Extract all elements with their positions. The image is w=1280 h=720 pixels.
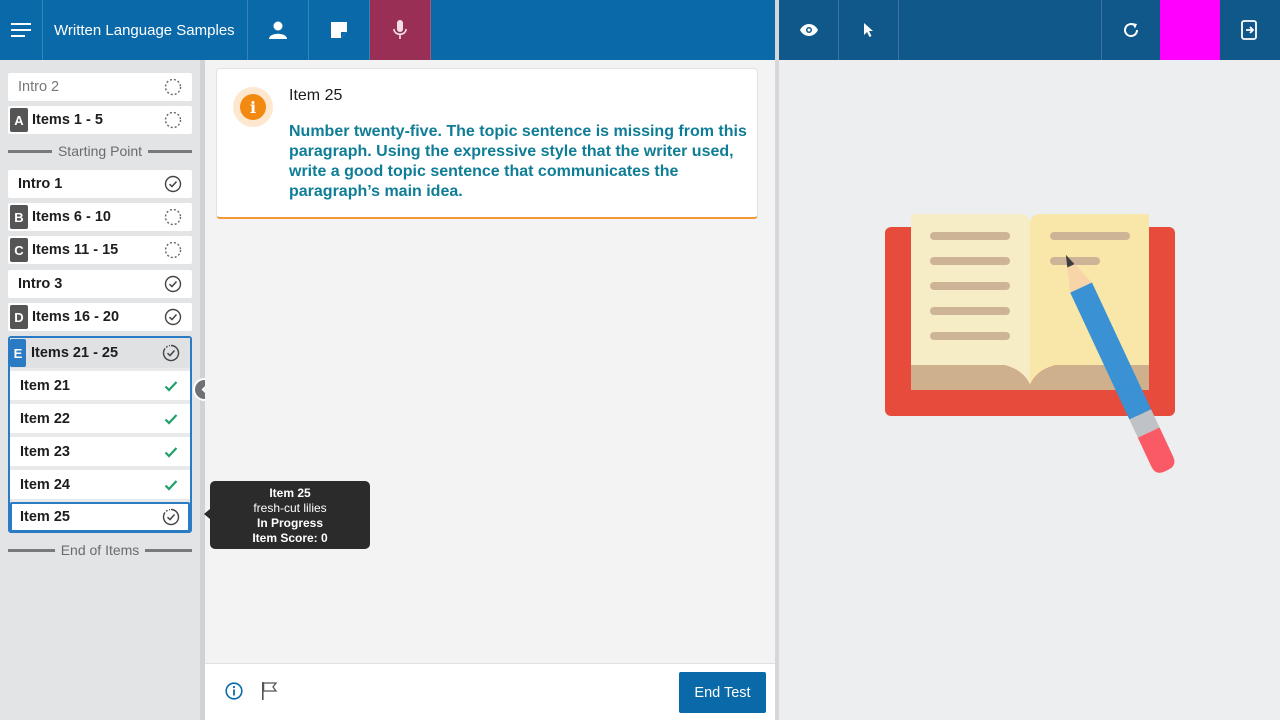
app-title: Written Language Samples (42, 0, 248, 60)
exit-button[interactable] (1220, 0, 1280, 60)
sidebar-item-label: Intro 1 (18, 176, 63, 192)
not-started-icon (163, 77, 183, 97)
eye-button[interactable] (779, 0, 839, 60)
tooltip-status: In Progress (256, 516, 324, 530)
pointer-button[interactable] (839, 0, 899, 60)
magenta-indicator[interactable] (1160, 0, 1220, 60)
sub-item-24[interactable]: Item 24 (10, 470, 190, 499)
sidebar-item-items-6-10[interactable]: B Items 6 - 10 (8, 203, 192, 231)
book-pencil-illustration (884, 210, 1176, 511)
right-toolbar (779, 0, 1280, 60)
open-book-icon (885, 214, 1175, 473)
not-started-icon (163, 110, 183, 130)
in-progress-icon (161, 343, 181, 363)
sub-item-label: Item 24 (20, 476, 70, 493)
sub-item-label: Item 21 (20, 377, 70, 394)
hamburger-menu-button[interactable] (0, 0, 42, 60)
end-of-items-label: End of Items (60, 542, 140, 558)
sub-item-label: Item 25 (20, 509, 70, 525)
sub-item-23[interactable]: Item 23 (10, 437, 190, 466)
flag-button[interactable] (260, 681, 278, 706)
item-prompt-card: i Item 25 Number twenty-five. The topic … (216, 68, 758, 219)
exit-icon (1241, 20, 1257, 40)
info-circle-icon (225, 682, 243, 700)
section-badge: B (10, 205, 28, 229)
examinee-button[interactable] (248, 0, 309, 60)
check-icon (161, 409, 181, 429)
sidebar-item-items-1-5[interactable]: A Items 1 - 5 (8, 106, 192, 134)
end-of-items-separator: End of Items (8, 542, 192, 558)
info-button[interactable] (225, 682, 243, 705)
sub-item-21[interactable]: Item 21 (10, 371, 190, 400)
hamburger-icon (11, 23, 31, 37)
sub-item-22[interactable]: Item 22 (10, 404, 190, 433)
not-started-icon (163, 207, 183, 227)
notes-button[interactable] (309, 0, 370, 60)
sidebar-item-items-11-15[interactable]: C Items 11 - 15 (8, 236, 192, 264)
sidebar-item-intro-2[interactable]: Intro 2 (8, 73, 192, 101)
check-icon (161, 442, 181, 462)
footer-bar: End Test (205, 663, 775, 720)
sub-item-label: Item 22 (20, 410, 70, 427)
eye-icon (799, 24, 818, 36)
starting-point-label: Starting Point (57, 143, 143, 159)
user-icon (268, 21, 287, 39)
sub-item-25[interactable]: Item 25 (10, 502, 190, 532)
refresh-icon (1124, 23, 1139, 38)
item-tooltip: Item 25 fresh-cut lilies In Progress Ite… (204, 481, 370, 549)
flag-icon (262, 682, 278, 700)
sidebar-item-label: Items 11 - 15 (32, 242, 119, 258)
sidebar-item-items-21-25[interactable]: E Items 21 - 25 (10, 338, 190, 368)
sidebar-item-label: Items 16 - 20 (32, 309, 120, 325)
item-instructions: Number twenty-five. The topic sentence i… (289, 123, 747, 200)
tooltip-title: Item 25 (269, 486, 311, 500)
panel-divider[interactable] (775, 0, 779, 720)
section-badge: C (10, 238, 28, 262)
tooltip-score: Item Score: 0 (252, 531, 328, 545)
item-title: Item 25 (289, 87, 343, 104)
tooltip-subtitle: fresh-cut lilies (253, 501, 327, 515)
section-badge: E (10, 339, 26, 367)
not-started-icon (163, 240, 183, 260)
sidebar-item-label: Items 1 - 5 (32, 112, 103, 128)
microphone-icon (392, 20, 407, 39)
complete-icon (163, 174, 183, 194)
sidebar-item-intro-3[interactable]: Intro 3 (8, 270, 192, 298)
section-badge: A (10, 108, 28, 132)
complete-icon (163, 274, 183, 294)
sidebar-item-label: Items 21 - 25 (31, 345, 119, 361)
microphone-button[interactable] (369, 0, 431, 60)
starting-point-separator: Starting Point (8, 143, 192, 159)
sidebar-item-label: Items 6 - 10 (32, 209, 111, 225)
refresh-button[interactable] (1101, 0, 1161, 60)
sidebar-item-items-16-20[interactable]: D Items 16 - 20 (8, 303, 192, 331)
note-icon (330, 22, 347, 38)
section-badge: D (10, 305, 28, 329)
complete-icon (163, 307, 183, 327)
cursor-pointer-icon (863, 23, 873, 37)
sidebar-item-label: Intro 3 (18, 276, 63, 292)
sub-item-label: Item 23 (20, 443, 70, 460)
top-toolbar: Written Language Samples (0, 0, 775, 60)
check-icon (161, 376, 181, 396)
sidebar-item-intro-1[interactable]: Intro 1 (8, 170, 192, 198)
info-icon: i (233, 87, 273, 127)
check-icon (161, 475, 181, 495)
end-test-button[interactable]: End Test (679, 672, 766, 713)
in-progress-icon (161, 507, 181, 527)
sidebar-item-label: Intro 2 (18, 79, 60, 95)
section-group-items-21-25: E Items 21 - 25 Item 21 Item 22 Item 23 … (8, 336, 192, 533)
